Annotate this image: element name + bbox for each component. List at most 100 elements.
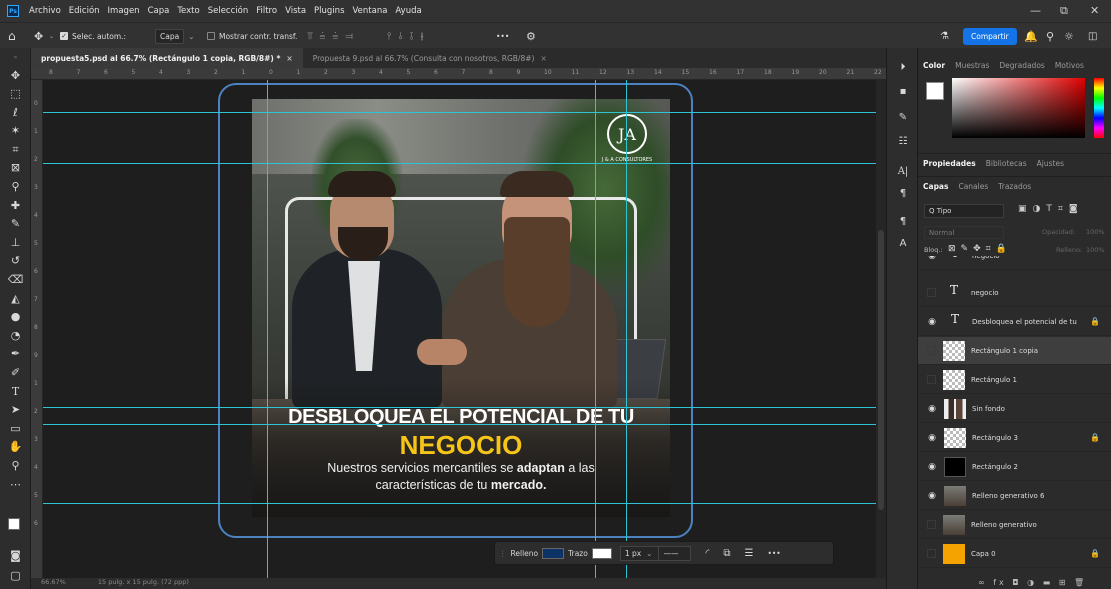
- foreground-color-swatch[interactable]: [8, 518, 20, 530]
- more-tools-icon[interactable]: ⋯: [5, 477, 26, 493]
- panel-collapse-icon[interactable]: «: [5, 50, 26, 66]
- lock-icon[interactable]: 🔒: [1090, 317, 1100, 326]
- eye-icon[interactable]: ◉: [922, 491, 942, 501]
- layer-row[interactable]: ◉ Sin fondo: [918, 395, 1111, 423]
- align-buttons-group[interactable]: ⫪⩧⩧⫤: [307, 23, 360, 49]
- lasso-tool-icon[interactable]: ℓ: [5, 105, 26, 121]
- duplicate-icon[interactable]: ⧉: [723, 548, 730, 559]
- eye-icon[interactable]: ◉: [922, 404, 942, 414]
- layer-row[interactable]: ◉ T Desbloquea el potencial de tu 🔒: [918, 308, 1111, 336]
- layers-footer-buttons[interactable]: ∞ fx ◘ ◑ ▬ ⊞ 🗑: [978, 578, 1087, 587]
- share-button[interactable]: Compartir: [963, 27, 1017, 45]
- eraser-tool-icon[interactable]: ⌫: [5, 272, 26, 288]
- more-options-button[interactable]: •••: [767, 549, 780, 558]
- tab-paths[interactable]: Trazados: [993, 182, 1036, 191]
- character-icon[interactable]: A|: [895, 166, 911, 177]
- horizontal-ruler[interactable]: 8 7 6 5 4 3 2 1 0 1 2 3 4 5 6 7 8 9 10 11 12 13 14 15 16 17 18 19 20…: [31, 68, 886, 80]
- brush-settings-icon[interactable]: ✎: [895, 112, 911, 123]
- stroke-style-dropdown[interactable]: ——: [658, 545, 692, 561]
- layer-row[interactable]: ◉ Rectángulo 3 🔒: [918, 424, 1111, 452]
- path-selection-tool-icon[interactable]: ➤: [5, 402, 26, 418]
- horizontal-guide[interactable]: [43, 163, 876, 164]
- menu-ventana[interactable]: Ventana: [349, 6, 392, 16]
- tab-propuesta9[interactable]: Propuesta 9.psd al 66.7% (Consulta con n…: [303, 48, 557, 68]
- layer-row[interactable]: Relleno generativo: [918, 511, 1111, 539]
- horizontal-guide[interactable]: [43, 424, 876, 425]
- adjustments-icon[interactable]: ☷: [895, 136, 911, 147]
- tab-channels[interactable]: Canales: [953, 182, 993, 191]
- color-picker-field[interactable]: [952, 78, 1085, 138]
- horizontal-guide[interactable]: [43, 407, 876, 408]
- close-window-button[interactable]: ✕: [1090, 4, 1099, 17]
- visibility-toggle[interactable]: [927, 288, 936, 297]
- menu-seleccion[interactable]: Selección: [204, 6, 253, 16]
- scrollbar-thumb[interactable]: [878, 230, 884, 510]
- menu-capa[interactable]: Capa: [144, 6, 174, 16]
- adjust-icon[interactable]: ☰: [744, 548, 753, 559]
- tab-gradients[interactable]: Degradados: [994, 61, 1049, 70]
- home-icon[interactable]: ⌂: [8, 23, 16, 49]
- tab-adjustments[interactable]: Ajustes: [1032, 159, 1069, 168]
- screen-mode-icon[interactable]: ▢: [5, 568, 26, 584]
- stroke-color-swatch[interactable]: [591, 547, 612, 559]
- foreground-color-swatch[interactable]: [926, 82, 944, 100]
- quick-mask-icon[interactable]: ◙: [5, 548, 26, 564]
- menu-edicion[interactable]: Edición: [65, 6, 104, 16]
- dodge-tool-icon[interactable]: ◔: [5, 328, 26, 344]
- vertical-scrollbar[interactable]: [876, 80, 886, 589]
- blend-mode-dropdown[interactable]: Normal: [924, 226, 1004, 239]
- tab-libraries[interactable]: Bibliotecas: [981, 159, 1032, 168]
- drag-handle-icon[interactable]: ⋮: [499, 549, 507, 558]
- layer-row[interactable]: ◉ T negocio: [918, 256, 1111, 270]
- vertical-guide[interactable]: [267, 80, 268, 589]
- layer-filter-icons[interactable]: ▣◑T⌗◙: [1018, 204, 1084, 214]
- comment-icon[interactable]: ▪: [895, 86, 911, 97]
- opacity-value[interactable]: 100%: [1086, 228, 1105, 236]
- visibility-toggle[interactable]: [927, 520, 936, 529]
- menu-archivo[interactable]: Archivo: [25, 6, 65, 16]
- eye-icon[interactable]: ◉: [922, 256, 942, 261]
- rectangle-shape-outline[interactable]: [218, 83, 693, 538]
- object-selection-tool-icon[interactable]: ✶: [5, 123, 26, 139]
- layer-row[interactable]: Rectángulo 1: [918, 366, 1111, 394]
- lock-icon[interactable]: 🔒: [1090, 549, 1100, 558]
- layer-row[interactable]: Capa 0 🔒: [918, 540, 1111, 568]
- horizontal-guide[interactable]: [43, 112, 876, 113]
- paragraph-icon[interactable]: ¶: [895, 188, 911, 199]
- menu-ayuda[interactable]: Ayuda: [391, 6, 425, 16]
- eye-icon[interactable]: ◉: [922, 433, 942, 443]
- freeform-pen-tool-icon[interactable]: ✐: [5, 365, 26, 381]
- eyedropper-tool-icon[interactable]: ⚲: [5, 179, 26, 195]
- type-tool-icon[interactable]: T: [5, 384, 26, 400]
- hand-tool-icon[interactable]: ✋: [5, 439, 26, 455]
- paint-bucket-tool-icon[interactable]: ◭: [5, 291, 26, 307]
- crop-tool-icon[interactable]: ⌗: [5, 142, 26, 158]
- visibility-toggle[interactable]: [927, 375, 936, 384]
- blur-tool-icon[interactable]: ●: [5, 309, 26, 325]
- character-styles-icon[interactable]: A: [895, 238, 911, 249]
- pen-tool-icon[interactable]: ✒: [5, 346, 26, 362]
- auto-select-checkbox[interactable]: ✓ Selec. autom.:: [60, 23, 126, 49]
- horizontal-guide[interactable]: [43, 503, 876, 504]
- move-tool-icon[interactable]: ✥: [5, 68, 26, 84]
- close-tab-icon[interactable]: ×: [540, 54, 546, 63]
- close-tab-icon[interactable]: ×: [286, 54, 292, 63]
- fill-value[interactable]: 100%: [1086, 246, 1105, 254]
- vertical-guide[interactable]: [626, 80, 627, 589]
- tab-layers[interactable]: Capas: [918, 182, 953, 191]
- menu-texto[interactable]: Texto: [173, 6, 203, 16]
- workspace-icon[interactable]: ◫: [1088, 23, 1097, 49]
- tab-properties[interactable]: Propiedades: [918, 159, 981, 168]
- discover-icon[interactable]: ☼: [1064, 23, 1074, 49]
- transform-controls-checkbox[interactable]: Mostrar contr. transf.: [207, 23, 297, 49]
- history-icon[interactable]: ⏵: [895, 62, 911, 73]
- bell-icon[interactable]: 🔔: [1024, 23, 1038, 49]
- visibility-toggle[interactable]: [927, 549, 936, 558]
- stroke-size-field[interactable]: 1 px: [619, 545, 661, 561]
- marquee-tool-icon[interactable]: ⬚: [5, 86, 26, 102]
- fill-color-swatch[interactable]: [542, 547, 565, 559]
- eye-icon[interactable]: ◉: [922, 462, 942, 472]
- clone-stamp-tool-icon[interactable]: ⊥: [5, 235, 26, 251]
- hue-slider[interactable]: [1094, 78, 1104, 138]
- tool-preset-chevron-icon[interactable]: ⌄: [49, 23, 54, 49]
